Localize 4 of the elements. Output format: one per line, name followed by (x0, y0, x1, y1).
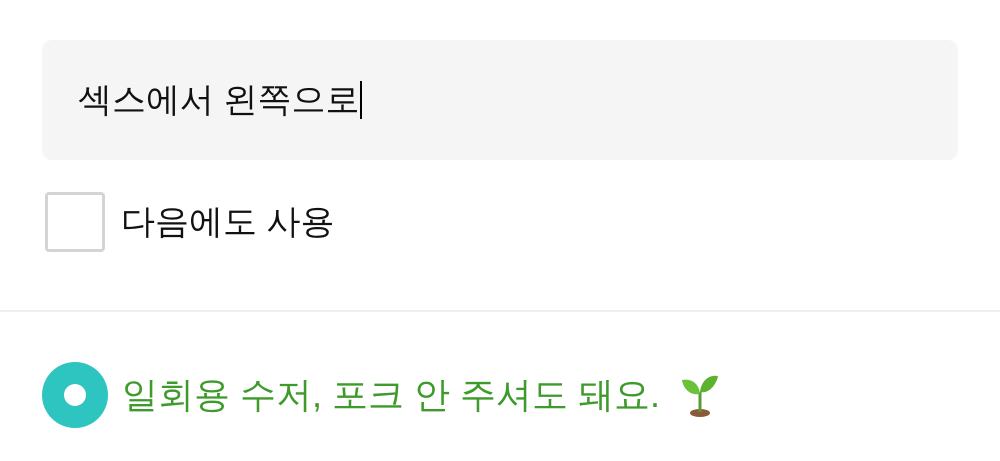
option-label: 일회용 수저, 포크 안 주셔도 돼요. (122, 373, 660, 417)
checkbox-label: 다음에도 사용 (121, 202, 334, 242)
input-field[interactable]: 섹스에서 왼쪽으로 (42, 40, 958, 160)
checkbox[interactable] (45, 192, 105, 252)
